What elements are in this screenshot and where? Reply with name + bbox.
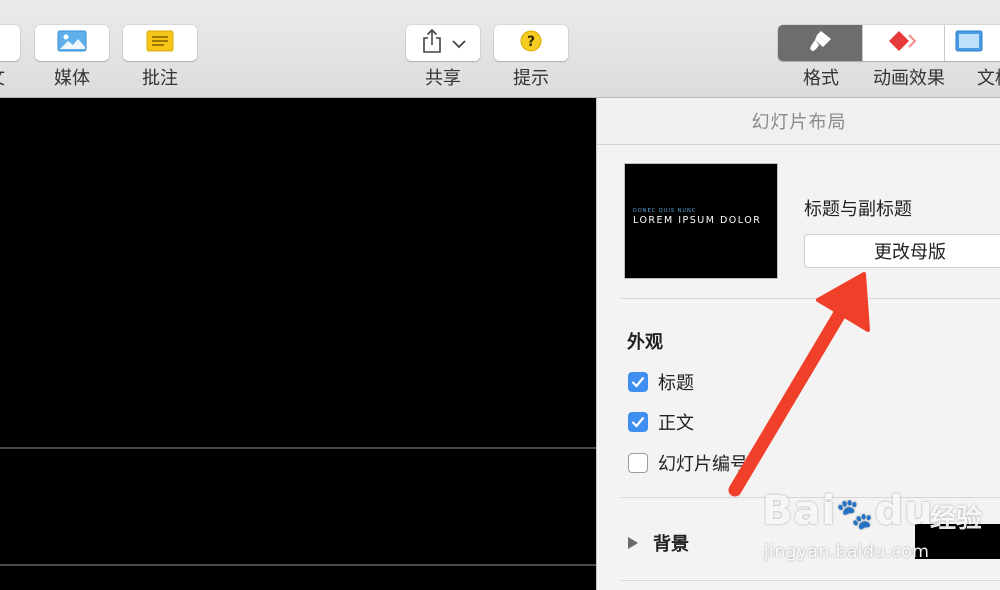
animation-diamond-icon	[887, 29, 919, 57]
format-tab[interactable]	[778, 25, 863, 61]
title-option[interactable]: 标题	[628, 369, 694, 395]
checkmark-icon	[631, 416, 645, 428]
baidu-watermark: Bai🐾du 经验 jingyan.baidu.com	[762, 484, 1000, 584]
comment-button[interactable]	[123, 25, 197, 61]
tips-button[interactable]: ?	[494, 25, 568, 61]
section-divider	[621, 298, 1000, 299]
comment-label: 批注	[142, 68, 178, 89]
note-icon	[146, 30, 174, 56]
inspector-segmented-control	[778, 25, 1000, 61]
canvas-guide-line	[0, 564, 596, 566]
media-label: 媒体	[54, 68, 90, 89]
animate-label: 动画效果	[873, 68, 945, 89]
share-label: 共享	[425, 68, 461, 89]
body-option-label: 正文	[658, 413, 694, 434]
chevron-down-icon	[452, 34, 466, 53]
body-option[interactable]: 正文	[628, 409, 694, 435]
title-checkbox[interactable]	[628, 372, 648, 392]
document-label: 文档	[977, 68, 1000, 89]
disclosure-triangle-icon	[628, 537, 638, 549]
inspector-header: 幻灯片布局	[597, 98, 1000, 145]
tips-label: 提示	[513, 68, 549, 89]
canvas-guide-line	[0, 447, 596, 449]
master-thumbnail[interactable]: DONEC QUIS NUNC LOREM IPSUM DOLOR	[625, 164, 777, 278]
change-master-button[interactable]: 更改母版	[804, 234, 1000, 268]
slide-number-option-label: 幻灯片编号	[658, 454, 748, 475]
appearance-title: 外观	[627, 332, 663, 353]
share-icon	[420, 28, 444, 58]
document-tab[interactable]	[945, 25, 1000, 61]
title-option-label: 标题	[658, 373, 694, 394]
toolbar: 文 媒体 批注	[0, 0, 1000, 98]
paintbrush-icon	[805, 28, 835, 58]
watermark-brand: Bai🐾du	[762, 488, 934, 534]
animate-tab[interactable]	[862, 25, 946, 61]
body-checkbox[interactable]	[628, 412, 648, 432]
format-label: 格式	[803, 68, 839, 89]
slide-number-option[interactable]: 幻灯片编号	[628, 450, 748, 476]
background-label: 背景	[653, 534, 689, 555]
checkmark-icon	[631, 376, 645, 388]
paw-icon: 🐾	[836, 497, 875, 532]
master-name: 标题与副标题	[804, 199, 912, 220]
thumbnail-title: LOREM IPSUM DOLOR	[633, 215, 762, 226]
watermark-jingyan: 经验	[930, 504, 983, 534]
svg-text:?: ?	[527, 34, 535, 50]
share-button[interactable]	[406, 25, 480, 61]
partial-button-label: 文	[0, 64, 5, 90]
background-disclosure[interactable]: 背景	[627, 530, 689, 556]
slide-canvas[interactable]	[0, 98, 596, 590]
slide-number-checkbox[interactable]	[628, 453, 648, 473]
document-icon	[955, 30, 983, 56]
partial-toolbar-button[interactable]	[0, 25, 20, 61]
question-icon: ?	[519, 29, 543, 57]
watermark-url: jingyan.baidu.com	[764, 542, 930, 562]
media-button[interactable]	[35, 25, 109, 61]
image-icon	[57, 30, 87, 56]
thumbnail-subtitle: DONEC QUIS NUNC	[633, 208, 697, 214]
